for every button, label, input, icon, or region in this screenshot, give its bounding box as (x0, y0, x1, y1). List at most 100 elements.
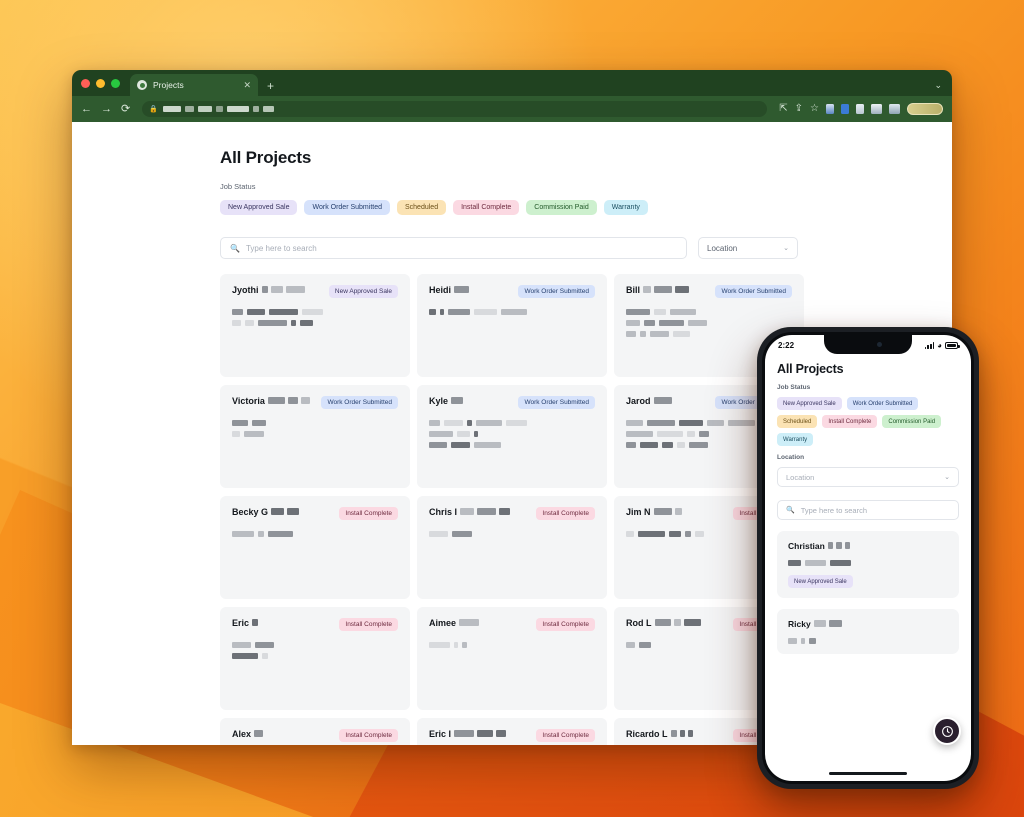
phone-project-card-name: Ricky (788, 619, 948, 629)
project-card-details (232, 642, 398, 659)
phone-status-chip-3[interactable]: Install Complete (822, 415, 878, 428)
project-card-name: Chris I (429, 507, 530, 517)
window-traffic-lights (81, 70, 130, 96)
phone-search-placeholder: Type here to search (800, 505, 868, 515)
project-card-name: Eric (232, 618, 333, 628)
search-icon: 🔍 (786, 507, 795, 514)
phone-status-badge: New Approved Sale (788, 575, 853, 588)
status-badge: Install Complete (339, 729, 398, 742)
phone-job-status-chips: New Approved Sale Work Order Submitted Sch… (777, 397, 959, 446)
extension-icon-5[interactable] (889, 104, 900, 114)
project-card[interactable]: Alex Install Complete (220, 718, 410, 745)
install-app-icon[interactable]: ⇪ (795, 104, 803, 114)
reload-icon[interactable]: ⟳ (121, 103, 130, 115)
maximize-window-button[interactable] (111, 78, 120, 88)
status-badge: Install Complete (339, 507, 398, 520)
phone-status-chip-1[interactable]: Work Order Submitted (846, 397, 919, 410)
status-badge: Install Complete (536, 729, 595, 742)
chevron-down-icon: ⌄ (944, 474, 950, 481)
status-chip-5[interactable]: Warranty (603, 200, 648, 215)
browser-tab-projects[interactable]: Projects ✕ (130, 74, 258, 96)
close-window-button[interactable] (81, 78, 90, 88)
status-badge: Install Complete (536, 618, 595, 631)
status-chip-0[interactable]: New Approved Sale (220, 200, 298, 215)
floating-action-button[interactable] (933, 717, 961, 745)
project-card[interactable]: Aimee Install Complete (417, 607, 607, 710)
phone-projects-list: Christian New Approved Sale Ricky (777, 531, 959, 654)
project-card[interactable]: Victoria Work Order Submitted (220, 385, 410, 488)
extension-icon-3[interactable] (856, 104, 864, 114)
browser-tab-strip: Projects ✕ + ⌄ (72, 70, 952, 96)
minimize-window-button[interactable] (96, 78, 105, 88)
projects-grid: Jyothi New Approved Sale Heidi Work Order S… (220, 274, 820, 745)
status-chip-1[interactable]: Work Order Submitted (304, 200, 390, 215)
project-card-name: Victoria (232, 396, 315, 406)
battery-icon (945, 342, 960, 349)
project-card-name: Jyothi (232, 285, 323, 295)
lock-icon: 🔒 (149, 106, 158, 113)
project-card-details (429, 420, 595, 448)
status-chip-4[interactable]: Commission Paid (526, 200, 597, 215)
project-card[interactable]: Eric Install Complete (220, 607, 410, 710)
job-status-filter-chips: New Approved Sale Work Order Submitted Sch… (220, 200, 952, 215)
project-card-name: Bill (626, 285, 709, 295)
new-tab-button[interactable]: + (267, 80, 274, 92)
extension-icon-2[interactable] (841, 104, 849, 114)
phone-status-chip-5[interactable]: Warranty (777, 433, 814, 446)
project-card-name: Eric I (429, 729, 530, 739)
project-card-name: Aimee (429, 618, 530, 628)
phone-project-card-details (788, 560, 948, 566)
location-select[interactable]: Location ⌄ (698, 237, 798, 259)
project-card-name: Jarod (626, 396, 709, 406)
project-card[interactable]: Becky G Install Complete (220, 496, 410, 599)
project-card[interactable]: Heidi Work Order Submitted (417, 274, 607, 377)
project-card-details (626, 309, 792, 337)
close-tab-icon[interactable]: ✕ (243, 80, 251, 90)
status-bar-time: 2:22 (778, 341, 795, 350)
status-chip-2[interactable]: Scheduled (397, 200, 447, 215)
project-card-details (429, 309, 595, 315)
forward-icon[interactable]: → (101, 103, 112, 115)
back-icon[interactable]: ← (81, 103, 92, 115)
share-icon[interactable]: ⇱ (779, 104, 787, 114)
profile-avatar[interactable] (907, 103, 943, 115)
phone-status-chip-4[interactable]: Commission Paid (882, 415, 942, 428)
bookmark-star-icon[interactable]: ☆ (810, 104, 819, 114)
search-input[interactable]: 🔍 Type here to search (220, 237, 687, 259)
phone-mockup: 2:22 ◕ All Projects Job Status New Appro… (757, 327, 979, 789)
phone-project-card[interactable]: Ricky (777, 609, 959, 654)
location-select-value: Location (707, 243, 738, 253)
phone-status-chip-0[interactable]: New Approved Sale (777, 397, 842, 410)
chevron-down-icon: ⌄ (783, 245, 789, 252)
extension-icon-4[interactable] (871, 104, 882, 114)
job-status-label: Job Status (220, 182, 256, 191)
project-card-details (429, 531, 595, 537)
status-badge: Work Order Submitted (518, 396, 595, 409)
phone-status-chip-2[interactable]: Scheduled (777, 415, 818, 428)
filter-row: 🔍 Type here to search Location ⌄ (220, 237, 798, 259)
address-bar[interactable]: 🔒 (142, 101, 768, 117)
phone-search-input[interactable]: 🔍 Type here to search (777, 500, 959, 520)
phone-app-content: All Projects Job Status New Approved Sal… (765, 356, 971, 654)
search-placeholder: Type here to search (245, 243, 317, 253)
phone-project-card[interactable]: Christian New Approved Sale (777, 531, 959, 598)
status-chip-3[interactable]: Install Complete (453, 200, 520, 215)
project-card[interactable]: Chris I Install Complete (417, 496, 607, 599)
project-card[interactable]: Kyle Work Order Submitted (417, 385, 607, 488)
project-card-details (232, 420, 398, 437)
tab-overflow-icon[interactable]: ⌄ (934, 80, 942, 91)
project-card-name: Becky G (232, 507, 333, 517)
project-card-name: Rod L (626, 618, 727, 628)
project-card-name: Ricardo L (626, 729, 727, 739)
project-card-name: Heidi (429, 285, 512, 295)
extension-icon-1[interactable] (826, 104, 834, 114)
status-badge: New Approved Sale (328, 285, 398, 298)
project-card-details (232, 531, 398, 537)
project-card[interactable]: Eric I Install Complete (417, 718, 607, 745)
project-card-details (232, 309, 398, 326)
search-icon: 🔍 (230, 243, 240, 253)
phone-status-bar: 2:22 ◕ (765, 335, 971, 356)
status-badge: Work Order Submitted (321, 396, 398, 409)
project-card[interactable]: Jyothi New Approved Sale (220, 274, 410, 377)
phone-location-select[interactable]: Location ⌄ (777, 467, 959, 487)
